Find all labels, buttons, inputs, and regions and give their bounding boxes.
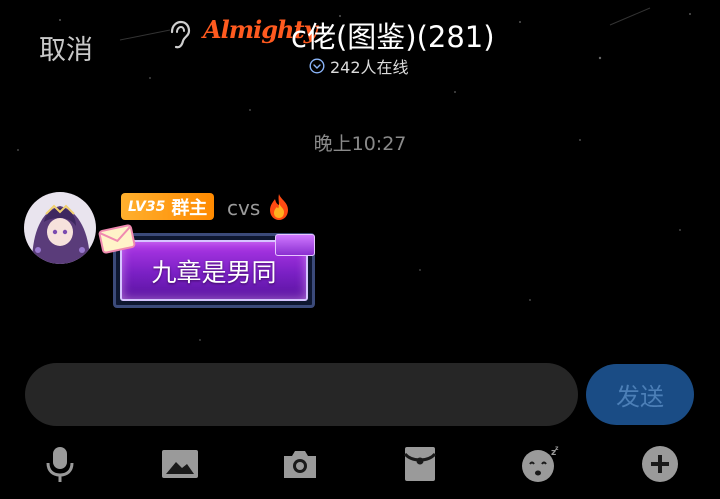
online-count: 242人在线 (330, 58, 409, 77)
message-input[interactable] (25, 363, 578, 426)
red-packet-button[interactable] (396, 440, 444, 488)
chat-header: 取消 Almighty c佬(图鉴)(281) 242人在线 (0, 0, 720, 90)
online-status[interactable]: 242人在线 (309, 56, 409, 77)
level-label: LV35 (128, 198, 166, 215)
message-timestamp: 晚上10:27 (313, 133, 407, 155)
avatar[interactable] (24, 192, 96, 264)
red-packet-icon (403, 447, 437, 481)
member-level-badge: LV35 群主 (121, 193, 215, 220)
bubble-decoration (275, 234, 315, 256)
role-label: 群主 (171, 197, 208, 219)
send-button[interactable]: 发送 (586, 364, 694, 425)
svg-text:z: z (555, 445, 559, 452)
emoji-icon: z z (522, 445, 559, 482)
group-title: c佬(图鉴)(281) (291, 20, 495, 54)
camera-button[interactable] (276, 440, 324, 488)
chevron-down-icon (309, 58, 325, 74)
emoji-button[interactable]: z z (516, 440, 564, 488)
voice-button[interactable] (36, 440, 84, 488)
ear-icon[interactable] (166, 20, 192, 50)
plus-icon (642, 446, 678, 482)
microphone-icon (46, 447, 74, 482)
sender-name[interactable]: cvs (227, 196, 260, 220)
bottom-toolbar: z z (0, 440, 720, 490)
more-button[interactable] (636, 440, 684, 488)
camera-icon (284, 451, 316, 478)
cancel-button[interactable]: 取消 (39, 28, 93, 67)
image-button[interactable] (156, 440, 204, 488)
avatar-image (24, 192, 96, 264)
message-text: 九章是男同 (151, 257, 277, 287)
fire-icon (270, 194, 288, 220)
image-icon (162, 450, 198, 478)
